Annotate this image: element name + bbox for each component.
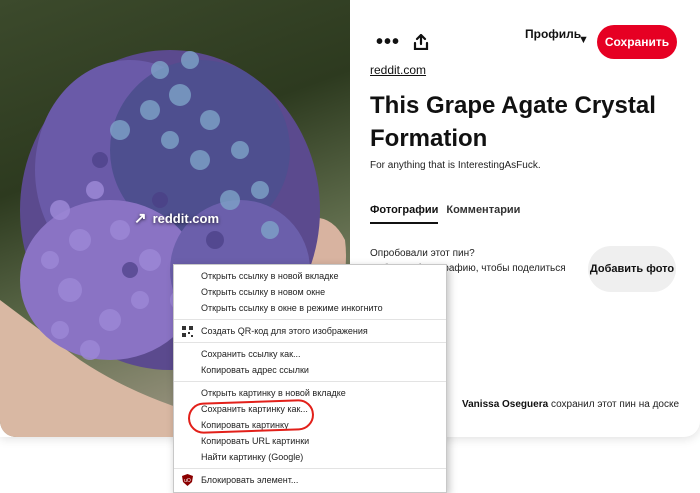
- menu-divider: [174, 342, 446, 343]
- menu-divider: [174, 468, 446, 469]
- context-menu: Открыть ссылку в новой вкладке Открыть с…: [173, 264, 447, 493]
- menu-open-link-incognito[interactable]: Открыть ссылку в окне в режиме инкогнито: [174, 300, 446, 316]
- menu-divider: [174, 319, 446, 320]
- share-button[interactable]: [405, 26, 437, 58]
- menu-open-link-new-tab[interactable]: Открыть ссылку в новой вкладке: [174, 268, 446, 284]
- tried-title: Опробовали этот пин?: [370, 248, 475, 259]
- add-photo-button[interactable]: Добавить фото: [588, 246, 676, 292]
- source-link[interactable]: reddit.com: [370, 63, 426, 77]
- image-source-label: reddit.com: [152, 210, 220, 226]
- menu-block-element-label: Блокировать элемент...: [201, 475, 299, 485]
- qr-code-icon: [181, 325, 193, 337]
- image-source-link[interactable]: ↗ reddit.com: [134, 209, 219, 227]
- profile-label: Профиль: [525, 27, 582, 41]
- profile-dropdown[interactable]: Профиль: [525, 27, 585, 42]
- tab-bar: Фотографии Комментарии: [370, 204, 520, 224]
- share-icon: [413, 34, 429, 50]
- menu-create-qr[interactable]: Создать QR-код для этого изображения: [174, 323, 446, 339]
- save-button[interactable]: Сохранить: [597, 25, 677, 59]
- saved-by-text: Vanissa Oseguera сохранил этот пин на до…: [462, 398, 692, 412]
- saved-by-user[interactable]: Vanissa Oseguera: [462, 399, 548, 410]
- menu-save-link-as[interactable]: Сохранить ссылку как...: [174, 346, 446, 362]
- menu-block-element[interactable]: uO Блокировать элемент...: [174, 472, 446, 488]
- saved-by-action: сохранил этот пин на доске: [550, 399, 680, 410]
- menu-open-image-new-tab[interactable]: Открыть картинку в новой вкладке: [174, 385, 446, 401]
- pin-title: This Grape Agate Crystal Formation: [370, 92, 656, 152]
- chevron-down-icon[interactable]: ▼: [578, 34, 589, 46]
- menu-copy-image[interactable]: Копировать картинку: [174, 417, 446, 433]
- menu-open-link-new-window[interactable]: Открыть ссылку в новом окне: [174, 284, 446, 300]
- more-options-button[interactable]: •••: [372, 26, 404, 58]
- ublock-shield-icon: uO: [181, 474, 193, 486]
- menu-copy-image-url[interactable]: Копировать URL картинки: [174, 433, 446, 449]
- menu-copy-link-address[interactable]: Копировать адрес ссылки: [174, 362, 446, 378]
- menu-search-image-google[interactable]: Найти картинку (Google): [174, 449, 446, 465]
- menu-create-qr-label: Создать QR-код для этого изображения: [201, 326, 368, 336]
- menu-save-image-as[interactable]: Сохранить картинку как...: [174, 401, 446, 417]
- menu-divider: [174, 381, 446, 382]
- arrow-up-right-icon: ↗: [134, 210, 147, 227]
- tab-comments[interactable]: Комментарии: [446, 204, 520, 224]
- more-icon: •••: [375, 30, 400, 53]
- pin-description: For anything that is InterestingAsFuck.: [370, 160, 541, 171]
- svg-text:uO: uO: [184, 478, 191, 484]
- tab-photos[interactable]: Фотографии: [370, 204, 439, 224]
